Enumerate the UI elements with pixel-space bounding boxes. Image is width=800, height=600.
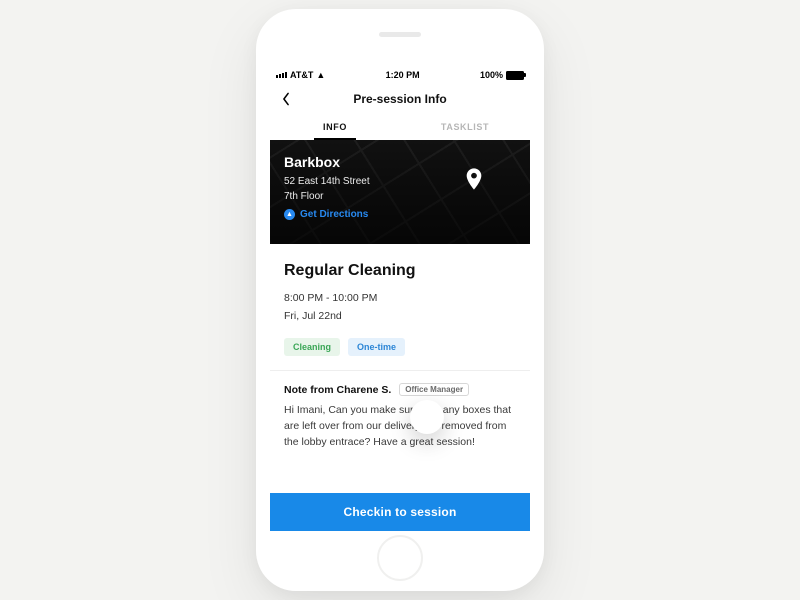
- tag-cleaning: Cleaning: [284, 338, 340, 356]
- carrier-label: AT&T: [290, 70, 313, 80]
- get-directions-link[interactable]: ▲ Get Directions: [284, 209, 516, 220]
- tab-bar: INFO TASKLIST: [270, 114, 530, 140]
- note-body: Hi Imani, Can you make sure that any box…: [284, 402, 516, 451]
- get-directions-label: Get Directions: [300, 209, 368, 220]
- home-button[interactable]: [377, 535, 423, 581]
- battery-icon: [506, 71, 524, 80]
- back-button[interactable]: [276, 89, 296, 109]
- tag-row: Cleaning One-time: [284, 338, 516, 356]
- session-info: Regular Cleaning 8:00 PM - 10:00 PM Fri,…: [270, 244, 530, 450]
- floating-handle[interactable]: [410, 400, 444, 434]
- battery-label: 100%: [480, 70, 503, 80]
- phone-speaker: [379, 32, 421, 37]
- note-block: Note from Charene S. Office Manager Hi I…: [284, 371, 516, 451]
- status-bar: AT&T ▲ 1:20 PM 100%: [270, 64, 530, 84]
- chevron-left-icon: [281, 92, 291, 106]
- session-time: 8:00 PM - 10:00 PM: [284, 290, 516, 308]
- location-hero: Barkbox 52 East 14th Street 7th Floor ▲ …: [270, 140, 530, 244]
- wifi-icon: ▲: [316, 71, 325, 80]
- note-role-badge: Office Manager: [399, 383, 469, 396]
- signal-icon: [276, 72, 287, 78]
- canvas: AT&T ▲ 1:20 PM 100% Pre-session Info INF…: [0, 0, 800, 600]
- note-from-label: Note from Charene S.: [284, 384, 391, 396]
- phone-frame: AT&T ▲ 1:20 PM 100% Pre-session Info INF…: [256, 9, 544, 591]
- map-pin-icon: [466, 168, 482, 195]
- page-title: Pre-session Info: [353, 92, 446, 106]
- tab-tasklist[interactable]: TASKLIST: [400, 114, 530, 140]
- tag-onetime: One-time: [348, 338, 405, 356]
- directions-icon: ▲: [284, 209, 295, 220]
- screen: AT&T ▲ 1:20 PM 100% Pre-session Info INF…: [270, 64, 530, 531]
- session-title: Regular Cleaning: [284, 262, 516, 280]
- status-time: 1:20 PM: [386, 70, 420, 80]
- tab-info[interactable]: INFO: [270, 114, 400, 140]
- checkin-label: Checkin to session: [344, 505, 457, 519]
- nav-header: Pre-session Info: [270, 84, 530, 114]
- checkin-button[interactable]: Checkin to session: [270, 493, 530, 531]
- session-date: Fri, Jul 22nd: [284, 308, 516, 326]
